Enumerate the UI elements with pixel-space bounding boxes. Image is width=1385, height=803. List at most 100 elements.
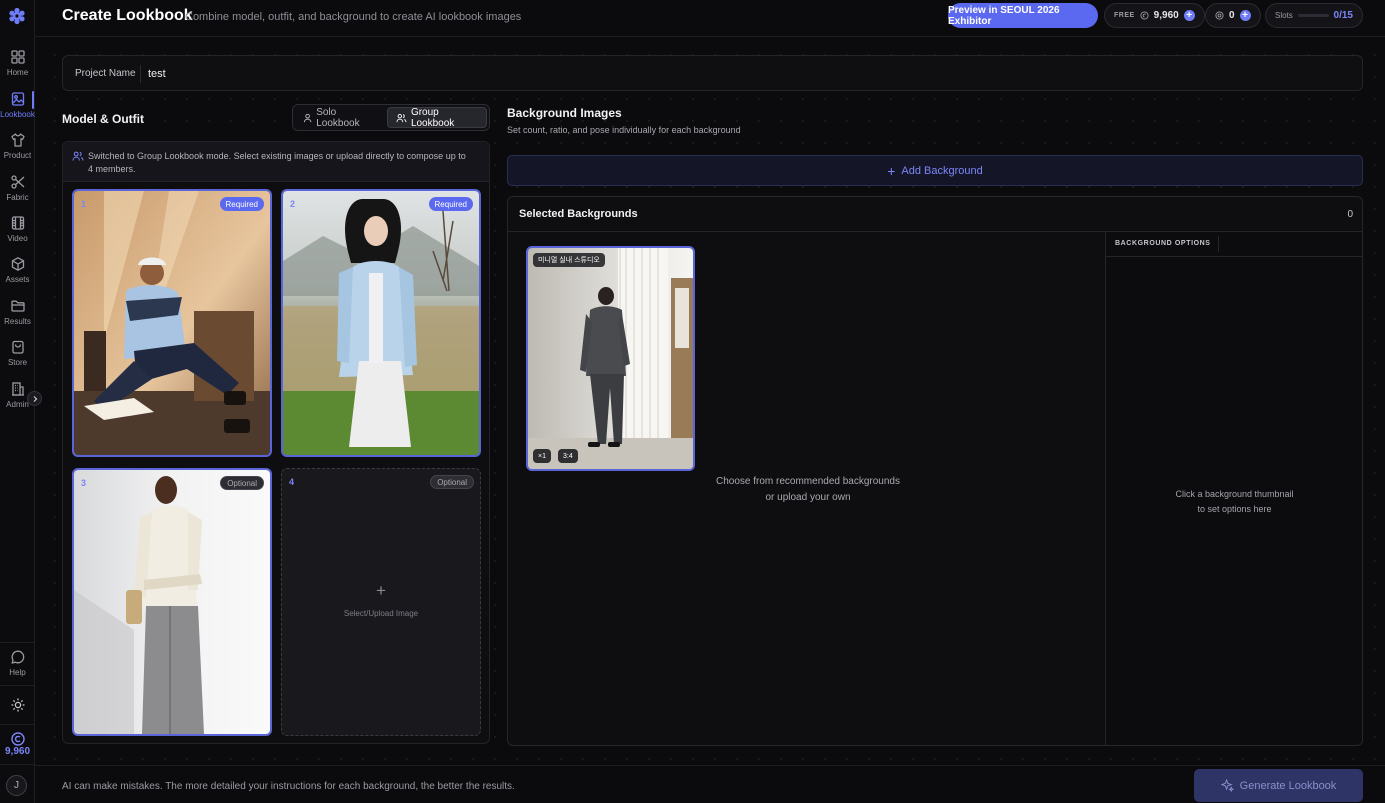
divider [1218,236,1219,252]
top-header: Create Lookbook Combine model, outfit, a… [35,0,1385,37]
divider [140,65,141,83]
background-photo-studio [528,248,693,469]
add-background-button[interactable]: + Add Background [507,155,1363,186]
ai-disclaimer: AI can make mistakes. The more detailed … [62,781,515,792]
coins-pill[interactable]: 0 + [1205,3,1261,28]
slots-pill[interactable]: Slots 0/15 [1265,3,1363,28]
choose-hint-line1: Choose from recommended backgrounds [716,476,900,487]
mode-info-banner: Switched to Group Lookbook mode. Select … [63,142,489,182]
slots-label: Slots [1275,11,1293,20]
sidebar-item-lookbook[interactable]: Lookbook [0,89,35,127]
sidebar-item-label: Help [9,668,26,677]
users-info-icon [72,150,84,162]
chat-bubble-icon [10,649,26,665]
model-photo-field-woman [283,191,479,455]
optional-badge: Optional [220,476,264,490]
options-hint-line1: Click a background thumbnail [1175,489,1294,499]
model-slot-1[interactable]: 1 Required [72,189,272,457]
sparkle-icon [1220,779,1234,792]
background-thumbnail[interactable]: 미니멀 실내 스튜디오 ×1 3:4 [526,246,695,471]
plan-badge: FREE [1114,12,1135,19]
credits-value: 9,960 [1153,10,1179,21]
group-lookbook-tab[interactable]: Group Lookbook [387,107,487,129]
add-background-label: Add Background [901,164,983,177]
sidebar-item-home[interactable]: Home [0,47,35,85]
bag-icon [10,339,26,355]
avatar[interactable]: J [6,775,27,796]
solo-lookbook-tab[interactable]: Solo Lookbook [295,106,385,129]
slot-number: 4 [289,477,295,487]
divider [0,642,35,643]
sidebar-item-label: Video [7,234,28,243]
selected-backgrounds-header: Selected Backgrounds 0 [508,197,1362,232]
model-slot-2[interactable]: 2 Required [281,189,481,457]
upload-image-label: Select/Upload Image [343,609,419,618]
selected-backgrounds-title: Selected Backgrounds [519,208,638,220]
sidebar-item-label: Results [4,317,31,326]
theme-toggle[interactable] [0,695,35,715]
background-images-subtitle: Set count, ratio, and pose individually … [507,125,741,135]
coins-value: 0 [1229,10,1235,21]
app-logo-icon[interactable] [7,7,27,25]
sidebar-item-video[interactable]: Video [0,213,35,251]
divider [0,685,35,686]
plus-icon: + [887,162,896,179]
film-icon [10,215,26,231]
credits-pill[interactable]: FREE 9,960 + [1104,3,1205,28]
page-subtitle: Combine model, outfit, and background to… [185,11,522,23]
sidebar-item-results[interactable]: Results [0,296,35,334]
sidebar-item-help[interactable]: Help [0,647,35,685]
sidebar-item-label: Store [7,358,28,367]
sun-icon [10,697,26,713]
credit-icon-wrap[interactable] [0,729,35,746]
sidebar-item-product[interactable]: Product [0,130,35,168]
model-photo-studio-woman [74,470,270,734]
background-options-title: BACKGROUND OPTIONS [1115,240,1211,247]
slot-number: 2 [290,199,296,209]
credit-coin-icon [10,731,26,747]
choose-background-hint: Choose from recommended backgrounds or u… [698,474,918,506]
thumb-count-chip: ×1 [533,449,551,463]
model-slot-4-upload[interactable]: 4 Optional + Select/Upload Image [281,468,481,736]
user-icon [303,113,312,122]
sidebar-item-label: Product [3,151,32,160]
preview-exhibitor-button[interactable]: Preview in SEOUL 2026 Exhibitor [948,3,1098,28]
required-badge: Required [428,197,473,211]
project-name-input[interactable]: test [148,68,166,80]
project-name-label: Project Name [75,68,136,79]
sidebar-item-assets[interactable]: Assets [0,254,35,292]
generate-lookbook-button[interactable]: Generate Lookbook [1194,769,1363,802]
divider [0,724,35,725]
slots-value: 0/15 [1333,10,1353,21]
model-outfit-panel: Switched to Group Lookbook mode. Select … [62,141,490,744]
model-slot-3[interactable]: 3 Optional [72,468,272,736]
add-coins-icon[interactable]: + [1239,10,1251,21]
sidebar-item-store[interactable]: Store [0,337,35,375]
shirt-icon [10,132,26,148]
background-options-panel: BACKGROUND OPTIONS Click a background th… [1105,232,1362,745]
selected-backgrounds-panel: Selected Backgrounds 0 미니멀 실내 스튜디오 ×1 3:… [507,196,1363,746]
mode-info-text: Switched to Group Lookbook mode. Select … [88,151,466,174]
sidebar-expand-button[interactable] [27,391,42,406]
model-photo-sitting-man [74,191,270,455]
background-options-hint: Click a background thumbnail to set opti… [1106,487,1362,517]
background-name-label: 미니멀 실내 스튜디오 [533,253,605,267]
slots-progress-track [1297,14,1329,17]
coin-icon [1215,11,1224,20]
sidebar-item-fabric[interactable]: Fabric [0,172,35,210]
project-name-field[interactable]: Project Name test [62,55,1363,91]
lookbook-mode-toggle: Solo Lookbook Group Lookbook [292,104,490,131]
required-badge: Required [219,197,264,211]
sidebar-credit-value: 9,960 [4,746,31,757]
credit-coin-icon [1140,11,1149,20]
add-credits-icon[interactable]: + [1183,10,1195,21]
thumb-ratio-chip: 3:4 [558,449,578,463]
divider [0,764,35,765]
model-outfit-title: Model & Outfit [62,112,144,126]
folder-icon [10,298,26,314]
slot-number: 3 [81,478,87,488]
solo-lookbook-label: Solo Lookbook [316,106,360,129]
sidebar-item-label: Fabric [6,193,29,202]
lookbook-image-icon [10,91,26,107]
background-options-header: BACKGROUND OPTIONS [1106,232,1362,257]
